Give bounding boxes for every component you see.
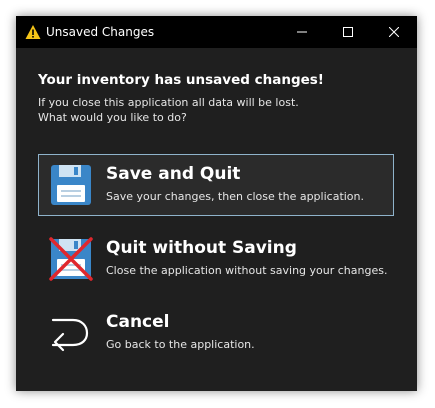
cancel-description: Go back to the application. [106, 338, 255, 351]
quit-without-saving-button[interactable]: Quit without Saving Close the applicatio… [38, 228, 394, 290]
floppy-disk-crossed-icon [49, 237, 93, 281]
floppy-disk-icon [51, 165, 91, 205]
minimize-icon [297, 31, 307, 33]
dialog-heading: Your inventory has unsaved changes! [38, 72, 324, 88]
save-and-quit-button[interactable]: Save and Quit Save your changes, then cl… [38, 154, 394, 216]
cancel-title: Cancel [106, 312, 170, 332]
dialog-window: Unsaved Changes Your inventory has unsav… [16, 16, 417, 391]
save-and-quit-description: Save your changes, then close the applic… [106, 190, 365, 203]
close-button[interactable] [371, 16, 417, 48]
dialog-message-line-2: What would you like to do? [38, 111, 187, 124]
save-and-quit-title: Save and Quit [106, 164, 241, 184]
close-icon [389, 27, 399, 37]
maximize-icon [343, 27, 353, 37]
maximize-button[interactable] [325, 16, 371, 48]
title-bar[interactable]: Unsaved Changes [16, 16, 417, 48]
quit-without-saving-title: Quit without Saving [106, 238, 297, 258]
quit-without-saving-description: Close the application without saving you… [106, 264, 388, 277]
back-arrow-icon [51, 318, 89, 352]
window-title: Unsaved Changes [46, 25, 155, 39]
minimize-button[interactable] [279, 16, 325, 48]
warning-icon [25, 25, 41, 39]
dialog-message-line-1: If you close this application all data w… [38, 96, 299, 109]
cancel-button[interactable]: Cancel Go back to the application. [38, 302, 394, 364]
